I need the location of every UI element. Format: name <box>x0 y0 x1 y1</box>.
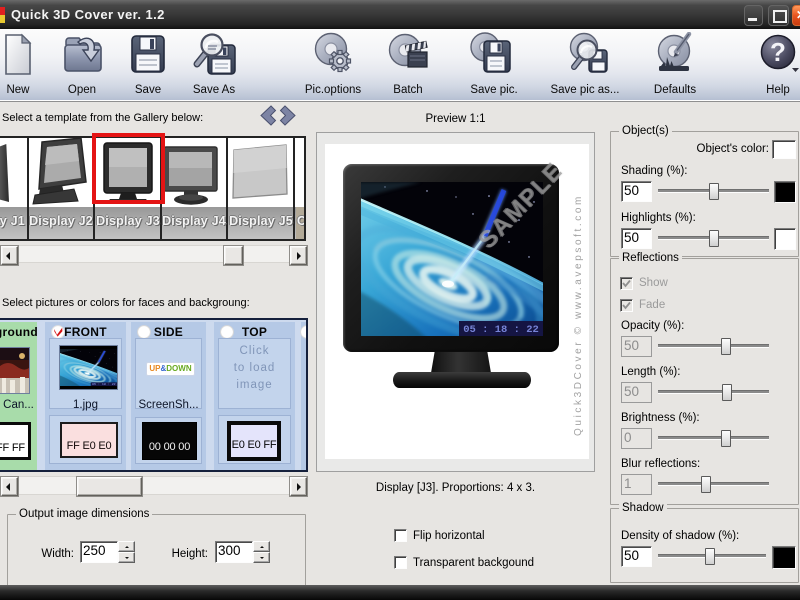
svg-text:05 : 18 : 22: 05 : 18 : 22 <box>463 324 539 336</box>
svg-text:?: ? <box>770 37 786 67</box>
